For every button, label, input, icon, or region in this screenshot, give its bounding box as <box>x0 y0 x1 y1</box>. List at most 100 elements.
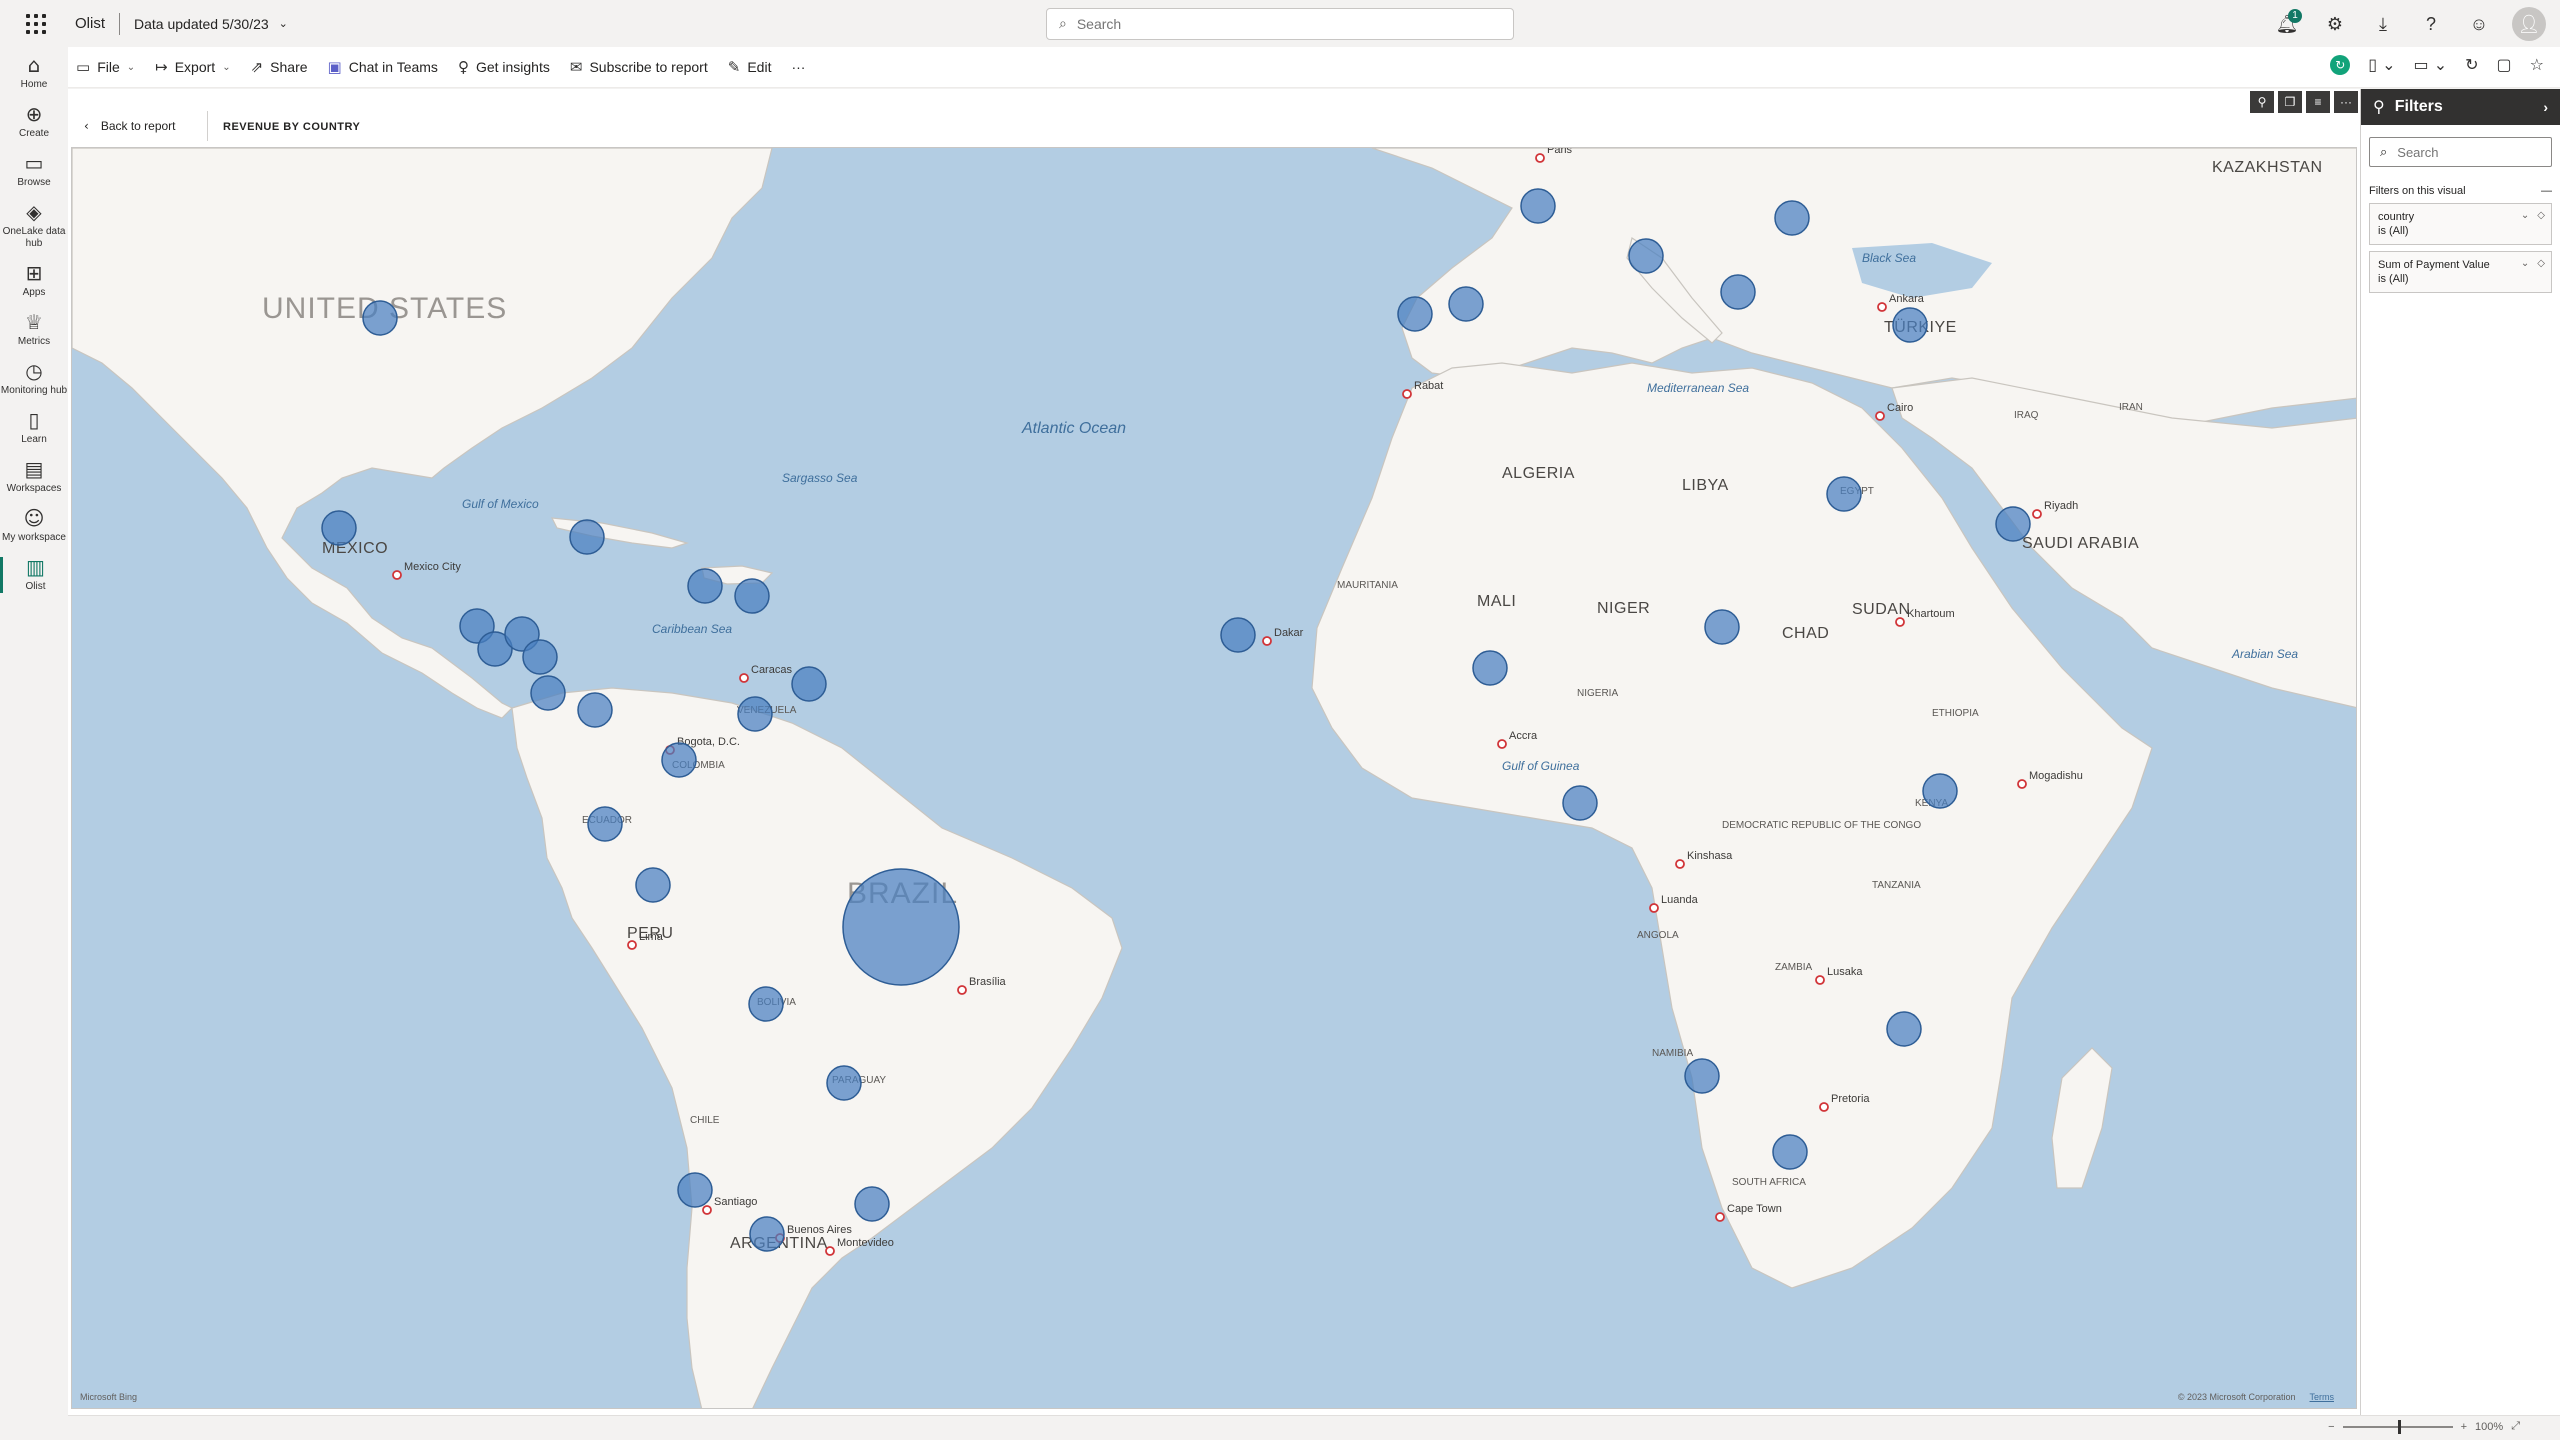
settings-icon[interactable]: ⚙ <box>2320 9 2350 39</box>
nav-item-olist[interactable]: ▥ Olist <box>0 557 68 593</box>
bubble-trinidad-and-tobago[interactable] <box>791 666 827 702</box>
export-menu[interactable]: ↦ Export ⌄ <box>155 59 230 75</box>
bubble-ecuador[interactable] <box>587 806 623 842</box>
bubble-paraguay[interactable] <box>826 1065 862 1101</box>
eraser-icon[interactable]: ◇ <box>2537 210 2545 221</box>
bubble-egypt[interactable] <box>1826 476 1862 512</box>
chevron-down-icon[interactable]: ⌄ <box>2521 210 2529 221</box>
visual-header: ‹ Back to report REVENUE BY COUNTRY ⚲ ❐ ≡… <box>68 89 2360 146</box>
bubble-cuba[interactable] <box>569 519 605 555</box>
view-icon[interactable]: ▭ ⌄ <box>2414 57 2448 73</box>
file-menu[interactable]: ▭ File ⌄ <box>76 59 135 75</box>
app-launcher-icon[interactable] <box>26 13 46 34</box>
bubble-cape-verde[interactable] <box>1220 617 1256 653</box>
insights-label: Get insights <box>475 59 550 75</box>
bubble-mozambique[interactable] <box>1886 1011 1922 1047</box>
terms-link[interactable]: Terms <box>2310 1392 2335 1402</box>
eraser-icon[interactable]: ◇ <box>2537 258 2545 269</box>
bookmark-icon[interactable]: ▯ ⌄ <box>2368 57 2395 73</box>
nav-item-monitoring-hub[interactable]: ◷ Monitoring hub <box>0 361 68 397</box>
data-updated-dropdown[interactable]: Data updated 5/30/23 ⌄ <box>134 16 288 32</box>
filter-icon[interactable]: ≡ <box>2306 91 2330 113</box>
zoom-slider[interactable] <box>2342 1419 2453 1434</box>
bubble-costa-rica[interactable] <box>530 675 566 711</box>
chat-in-teams-button[interactable]: ▣ Chat in Teams <box>328 59 438 75</box>
nav-item-create[interactable]: ⊕ Create <box>0 104 68 140</box>
avatar[interactable]: 👤︎ <box>2512 7 2546 41</box>
global-search-input[interactable] <box>1076 16 1477 32</box>
bubble-spain[interactable] <box>1448 286 1484 322</box>
bubble-puerto-rico[interactable] <box>734 578 770 614</box>
edit-button[interactable]: ✎ Edit <box>728 59 772 75</box>
nav-item-onelake-data-hub[interactable]: ◈ OneLake data hub <box>0 202 68 250</box>
bubble-argentina[interactable] <box>749 1216 785 1252</box>
collapse-icon[interactable]: › <box>2543 99 2548 115</box>
bubble-greece[interactable] <box>1720 274 1756 310</box>
pin-icon[interactable]: ⚲ <box>2250 91 2274 113</box>
bubble-nicaragua[interactable] <box>522 639 558 675</box>
bubble-portugal[interactable] <box>1397 296 1433 332</box>
filters-search[interactable]: ⌕ <box>2369 137 2552 167</box>
teams-icon: ▣ <box>327 57 342 76</box>
nav-item-browse[interactable]: ▭ Browse <box>0 153 68 189</box>
fit-page-icon[interactable]: ⤢ <box>2511 1420 2520 1433</box>
bubble-colombia[interactable] <box>661 742 697 778</box>
bubble-bolivia[interactable] <box>748 986 784 1022</box>
nav-item-learn[interactable]: ▯ Learn <box>0 410 68 446</box>
notification-badge: 1 <box>2288 9 2302 23</box>
bubble-peru[interactable] <box>635 867 671 903</box>
chevron-down-icon[interactable]: ⌄ <box>2521 258 2529 269</box>
comment-icon[interactable]: ▢ <box>2497 57 2512 73</box>
help-icon[interactable]: ? <box>2416 9 2446 39</box>
filter-card-payment-value[interactable]: Sum of Payment Value is (All) ⌄ ◇ <box>2369 251 2552 293</box>
bubble-dominican-republic[interactable] <box>687 568 723 604</box>
nav-item-metrics[interactable]: ♕ Metrics <box>0 312 68 348</box>
bubble-saudi-arabia[interactable] <box>1995 506 2031 542</box>
city-dot-khartoum <box>1895 617 1905 627</box>
bubble-united-states[interactable] <box>362 300 398 336</box>
bubble-italy[interactable] <box>1628 238 1664 274</box>
more-icon[interactable]: ··· <box>2334 91 2358 113</box>
bubble-ghana[interactable] <box>1472 650 1508 686</box>
back-to-report-link[interactable]: ‹ Back to report <box>84 119 176 133</box>
copilot-icon[interactable]: ↻ <box>2330 55 2351 75</box>
nav-item-home[interactable]: ⌂ Home <box>0 55 68 91</box>
bubble-venezuela[interactable] <box>737 696 773 732</box>
subscribe-button[interactable]: ✉ Subscribe to report <box>570 59 708 75</box>
zoom-thumb[interactable] <box>2397 1419 2401 1434</box>
copy-icon[interactable]: ❐ <box>2278 91 2302 113</box>
bubble-chad[interactable] <box>1704 609 1740 645</box>
zoom-out-button[interactable]: − <box>2328 1421 2334 1433</box>
label-namibia: NAMIBIA <box>1652 1048 1693 1059</box>
notifications-icon[interactable]: 🔔︎ 1 <box>2272 9 2302 39</box>
bubble-t-rkiye[interactable] <box>1892 307 1928 343</box>
map-visual[interactable]: UNITED STATES MEXICO BRAZIL PERU BOLIVIA… <box>71 147 2357 1409</box>
filters-search-input[interactable] <box>2397 144 2538 160</box>
bubble-france[interactable] <box>1520 188 1556 224</box>
refresh-icon[interactable]: ↻ <box>2465 57 2478 73</box>
nav-item-workspaces[interactable]: ▤ Workspaces <box>0 459 68 495</box>
nav-item-apps[interactable]: ⊞ Apps <box>0 263 68 299</box>
workspace-name[interactable]: Olist <box>75 15 105 32</box>
filter-card-country[interactable]: country is (All) ⌄ ◇ <box>2369 203 2552 245</box>
get-insights-button[interactable]: ♀ Get insights <box>458 59 550 75</box>
bubble-mexico[interactable] <box>321 510 357 546</box>
bubble-lesotho[interactable] <box>1772 1134 1808 1170</box>
global-search[interactable]: ⌕ <box>1046 8 1514 40</box>
bubble-namibia[interactable] <box>1684 1058 1720 1094</box>
feedback-icon[interactable]: ☺ <box>2464 9 2494 39</box>
bubble-chile[interactable] <box>677 1172 713 1208</box>
bubble-uruguay[interactable] <box>854 1186 890 1222</box>
bubble-brazil[interactable] <box>842 868 960 986</box>
bubble-panama[interactable] <box>577 692 613 728</box>
bubble-gabon[interactable] <box>1562 785 1598 821</box>
download-icon[interactable]: ⤓ <box>2368 9 2398 39</box>
bubble-kenya[interactable] <box>1922 773 1958 809</box>
nav-item-my-workspace[interactable]: ☺ My workspace <box>0 508 68 544</box>
zoom-in-button[interactable]: + <box>2461 1421 2467 1433</box>
bubble-romania[interactable] <box>1774 200 1810 236</box>
share-button[interactable]: ⇗ Share <box>251 59 308 75</box>
favorite-icon[interactable]: ☆ <box>2530 57 2544 73</box>
collapse-section-icon[interactable]: — <box>2541 185 2552 197</box>
more-options-button[interactable]: ··· <box>791 59 805 75</box>
